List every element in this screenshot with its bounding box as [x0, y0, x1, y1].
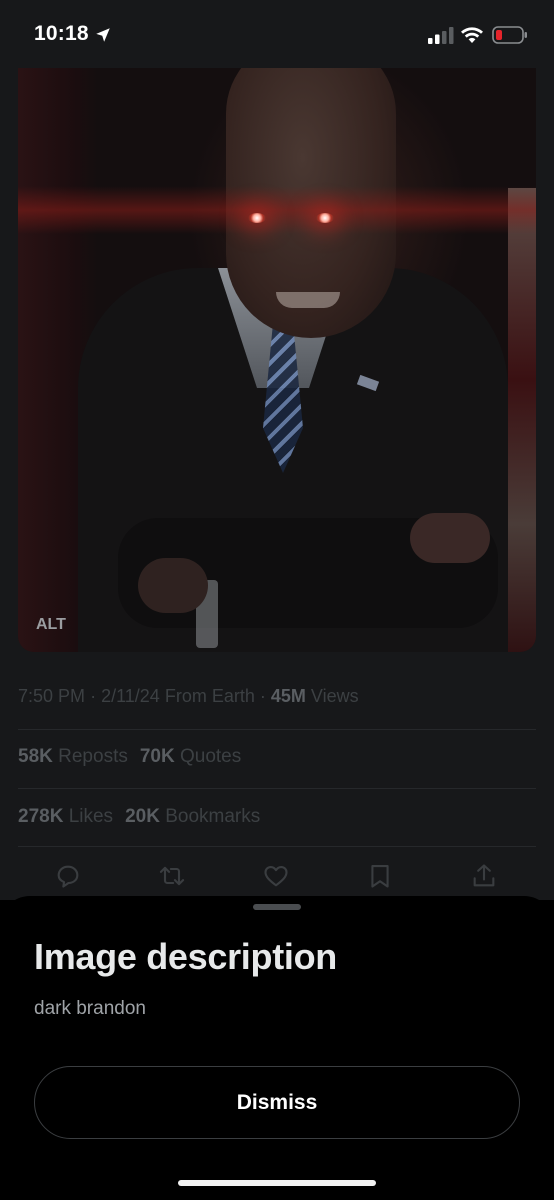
quotes-count: 70K	[139, 746, 175, 767]
reply-icon	[57, 865, 79, 888]
location-arrow-icon	[96, 28, 110, 42]
status-bar: 10:18	[0, 0, 554, 68]
meta-separator: ·	[90, 686, 97, 706]
like-icon	[264, 865, 288, 887]
wifi-icon	[461, 27, 483, 43]
image-glowing-eye-right	[316, 213, 334, 223]
image-smile	[276, 292, 340, 308]
image-laser-glow	[18, 186, 536, 234]
tweet-media-image[interactable]: ALT	[18, 68, 536, 652]
quotes-label: Quotes	[179, 746, 242, 767]
tweet-time: 7:50 PM	[18, 686, 86, 706]
sheet-grabber-handle[interactable]	[253, 904, 301, 910]
quotes-stat[interactable]: 70K Quotes	[140, 746, 241, 767]
retweet-button[interactable]	[158, 862, 186, 890]
tweet-meta: 7:50 PM · 2/11/24 From Earth · 45M Views	[18, 686, 359, 707]
status-time: 10:18	[34, 22, 89, 45]
divider	[18, 729, 536, 730]
meta-separator: ·	[259, 686, 266, 706]
bookmarks-stat[interactable]: 20K Bookmarks	[125, 806, 260, 827]
likes-label: Likes	[68, 806, 114, 827]
home-indicator[interactable]	[178, 1180, 376, 1186]
likes-stat[interactable]: 278K Likes	[18, 806, 113, 827]
reply-button[interactable]	[54, 862, 82, 890]
image-glowing-eye-left	[248, 213, 266, 223]
image-hand-right	[410, 513, 490, 563]
tweet-source: From Earth	[164, 686, 255, 706]
like-button[interactable]	[262, 862, 290, 890]
image-hand-left	[138, 558, 208, 613]
image-description-sheet: Image description dark brandon Dismiss	[0, 896, 554, 1200]
bookmarks-label: Bookmarks	[165, 806, 261, 827]
likes-count: 278K	[18, 806, 64, 827]
share-icon	[473, 864, 495, 887]
battery-low-icon	[492, 26, 527, 44]
divider	[18, 788, 536, 789]
reposts-label: Reposts	[58, 746, 128, 767]
views-label: Views	[310, 686, 359, 706]
tweet-date: 2/11/24	[101, 686, 160, 706]
stats-row-likes: 278K Likes 20K Bookmarks	[18, 806, 260, 828]
bookmark-button[interactable]	[366, 862, 394, 890]
dismiss-button[interactable]: Dismiss	[34, 1066, 520, 1139]
bookmark-icon	[371, 865, 389, 888]
sheet-title: Image description	[34, 936, 337, 977]
stats-row-reposts: 58K Reposts 70K Quotes	[18, 746, 241, 768]
image-flag	[508, 188, 536, 652]
share-button[interactable]	[470, 862, 498, 890]
reposts-stat[interactable]: 58K Reposts	[18, 746, 128, 767]
image-description-text: dark brandon	[34, 998, 146, 1019]
reposts-count: 58K	[18, 746, 53, 767]
divider	[18, 846, 536, 847]
alt-badge[interactable]: ALT	[36, 616, 66, 634]
bookmarks-count: 20K	[125, 806, 160, 827]
views-count: 45M	[270, 686, 306, 706]
retweet-icon	[159, 866, 185, 886]
cellular-signal-icon	[428, 27, 454, 44]
